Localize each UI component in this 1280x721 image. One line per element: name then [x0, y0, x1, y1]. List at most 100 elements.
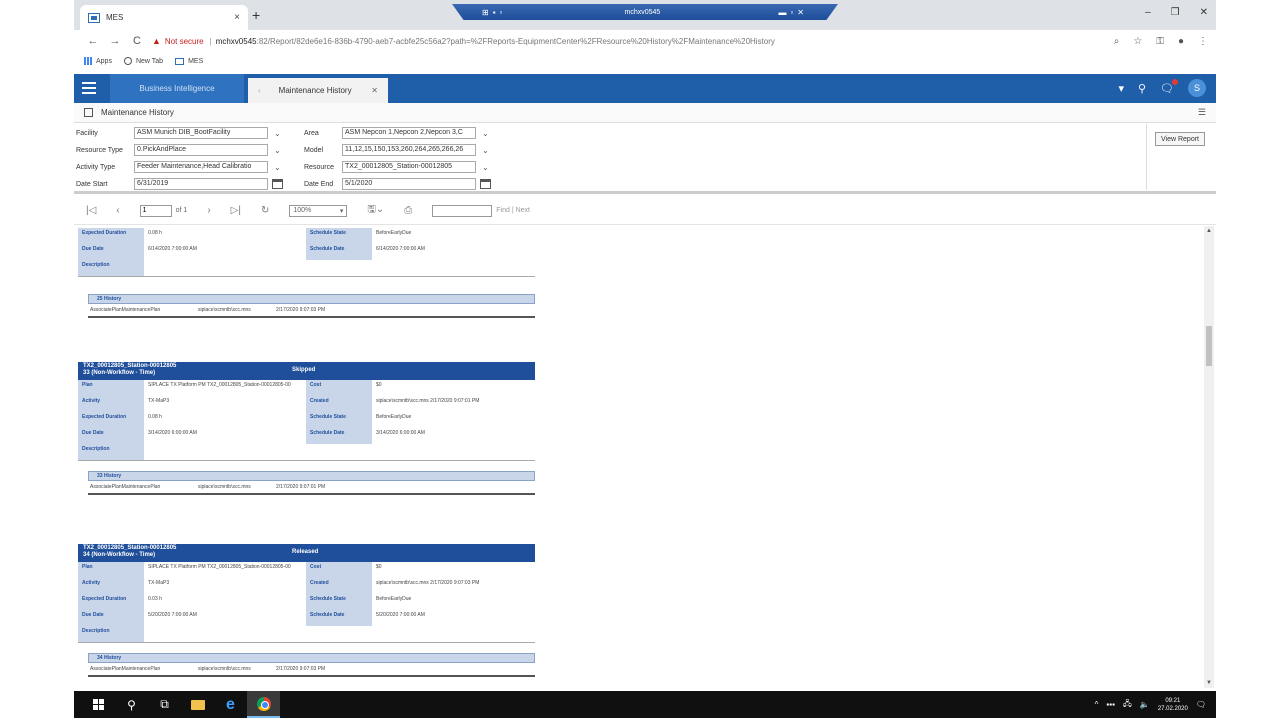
field-value	[144, 444, 306, 460]
activity-type-select[interactable]: Feeder Maintenance,Head Calibratio	[134, 161, 268, 173]
dropdown-caret-icon[interactable]: ▾	[1118, 82, 1124, 95]
url-path[interactable]: :82/Report/82de6e16-836b-4790-aeb7-acbfe…	[257, 37, 775, 46]
chevron-left-icon[interactable]: ‹	[258, 86, 261, 95]
resource-type-select[interactable]: 0.PickAndPlace	[134, 144, 268, 156]
last-page-icon[interactable]: ▷|	[231, 205, 241, 216]
chevron-down-icon: ▾	[339, 207, 344, 215]
record-header: TX2_00012805_Station-00012805 33 (Non-Wo…	[78, 362, 535, 380]
history-date: 2/17/2020 9:07:03 PM	[276, 307, 326, 313]
network-icon[interactable]: 🖧	[1123, 698, 1132, 712]
field-row: Due Date 6/14/2020 7:00:00 AM	[78, 244, 306, 260]
field-label: Schedule State	[306, 412, 372, 428]
view-report-button[interactable]: View Report	[1155, 132, 1205, 146]
scrollbar-thumb[interactable]	[1206, 326, 1212, 366]
history-date: 2/17/2020 9:07:01 PM	[276, 484, 326, 490]
window-controls: – ❐ ✕	[1145, 7, 1208, 18]
chevron-down-icon[interactable]: ⌄	[274, 129, 281, 138]
export-icon[interactable]: 🖫⌄	[367, 202, 384, 219]
tab-close-icon[interactable]: ×	[234, 12, 240, 23]
task-view-icon[interactable]: ⧉	[148, 691, 181, 718]
apps-grid-icon	[84, 57, 92, 65]
zoom-icon[interactable]: ⌕	[1114, 36, 1120, 47]
avatar[interactable]: S	[1188, 79, 1206, 97]
find-next-link[interactable]: Find | Next	[496, 207, 530, 214]
facility-select[interactable]: ASM Munich DIB_BootFacility	[134, 127, 268, 139]
tray-chevron-up-icon[interactable]: ^	[1095, 700, 1099, 709]
restore-icon[interactable]: ❐	[1171, 7, 1180, 18]
find-input[interactable]	[432, 204, 493, 217]
forward-icon[interactable]: →	[104, 35, 126, 47]
key-icon[interactable]: ⚿	[1156, 36, 1164, 47]
field-label: Schedule State	[306, 228, 372, 244]
report-scrollbar[interactable]: ▲ ▼	[1204, 226, 1214, 688]
profile-icon[interactable]: ●	[1178, 36, 1184, 47]
chevron-down-icon[interactable]: ⌄	[274, 163, 281, 172]
param-date-end: Date End 5/1/2020	[304, 178, 491, 190]
clock[interactable]: 09:21 27.02.2020	[1158, 697, 1188, 713]
bookmark-mes[interactable]: MES	[175, 57, 203, 65]
notifications-icon[interactable]: 🗨	[1160, 78, 1178, 95]
resource-select[interactable]: TX2_00012805_Station-00012805	[342, 161, 476, 173]
action-center-icon[interactable]: 🗨	[1196, 700, 1206, 709]
search-icon[interactable]: ⚲	[1138, 82, 1146, 95]
scroll-up-icon[interactable]: ▲	[1206, 228, 1212, 234]
refresh-icon[interactable]: ↻	[261, 205, 269, 216]
chrome-icon	[256, 696, 271, 711]
clock-time: 09:21	[1165, 697, 1181, 704]
zoom-select[interactable]: 100% ▾	[289, 204, 348, 217]
windows-taskbar: ⚲ ⧉ e ^ ▪▪▪ 🖧 🔈 09:21 27.02.2020 🗨	[74, 691, 1216, 718]
more-menu-icon[interactable]: ⋮	[1198, 36, 1208, 47]
print-icon[interactable]: ⎙	[404, 205, 412, 216]
browser-tab-mes[interactable]: MES ×	[80, 5, 248, 30]
field-value: $0	[376, 382, 382, 388]
page-number-input[interactable]	[139, 204, 172, 217]
bookmark-new-tab[interactable]: New Tab	[123, 57, 163, 65]
taskbar-search-icon[interactable]: ⚲	[115, 691, 148, 718]
field-label: Schedule State	[306, 594, 372, 610]
scroll-down-icon[interactable]: ▼	[1206, 680, 1212, 686]
tab-maintenance-history[interactable]: ‹ Maintenance History ✕	[248, 78, 388, 103]
chevron-down-icon[interactable]: ⌄	[274, 146, 281, 155]
date-start-input[interactable]: 6/31/2019	[134, 178, 268, 190]
field-label: Plan	[78, 562, 144, 578]
hamburger-menu-icon[interactable]	[82, 82, 96, 94]
record-fields: Plan SIPLACE TX Platform PM TX2_00012805_…	[78, 562, 535, 643]
remote-title: mchxv0545	[624, 8, 661, 16]
back-icon[interactable]: ←	[82, 35, 104, 47]
star-icon[interactable]: ☆	[1133, 36, 1142, 47]
field-value: 0.08 h	[148, 230, 162, 236]
bookmark-apps[interactable]: Apps	[84, 57, 112, 65]
first-page-icon[interactable]: |◁	[86, 205, 96, 216]
field-value: 6/14/2020 7:00:00 AM	[376, 246, 425, 252]
tab-close-icon[interactable]: ✕	[371, 86, 378, 95]
area-select[interactable]: ASM Nepcon 1,Nepcon 2,Nepcon 3,C	[342, 127, 476, 139]
date-end-input[interactable]: 5/1/2020	[342, 178, 476, 190]
chevron-down-icon[interactable]: ⌄	[482, 163, 489, 172]
minimize-icon[interactable]: –	[1145, 7, 1151, 18]
param-date-start: Date Start 6/31/2019	[76, 178, 283, 190]
next-page-icon[interactable]: ›	[207, 205, 210, 216]
taskbar-file-explorer[interactable]	[181, 691, 214, 718]
remote-window-controls-icon[interactable]: ▬▫✕	[778, 8, 808, 17]
tab-business-intelligence[interactable]: Business Intelligence	[110, 74, 244, 103]
url-host[interactable]: mchxv0545	[216, 37, 257, 46]
not-secure-label[interactable]: Not secure	[165, 37, 204, 46]
taskbar-edge[interactable]: e	[214, 691, 247, 718]
reload-icon[interactable]: C	[126, 35, 148, 47]
new-tab-button[interactable]: +	[252, 7, 260, 23]
volume-icon[interactable]: 🔈	[1140, 700, 1150, 709]
taskbar-chrome[interactable]	[247, 691, 280, 718]
field-value: TX-MaP3	[148, 580, 170, 586]
calendar-icon[interactable]	[272, 179, 283, 189]
chevron-down-icon[interactable]: ⌄	[482, 146, 489, 155]
start-button[interactable]	[82, 691, 115, 718]
previous-page-icon[interactable]: ‹	[116, 205, 119, 216]
remote-pin-icon[interactable]: ⊞▪▫	[482, 8, 506, 17]
close-window-icon[interactable]: ✕	[1200, 7, 1208, 18]
tray-app-icons[interactable]: ▪▪▪	[1106, 700, 1115, 709]
report-menu-icon[interactable]: ☰	[1198, 107, 1206, 118]
chevron-down-icon[interactable]: ⌄	[482, 129, 489, 138]
divider	[1146, 124, 1147, 190]
calendar-icon[interactable]	[480, 179, 491, 189]
model-select[interactable]: 11,12,15,150,153,260,264,265,266,26	[342, 144, 476, 156]
